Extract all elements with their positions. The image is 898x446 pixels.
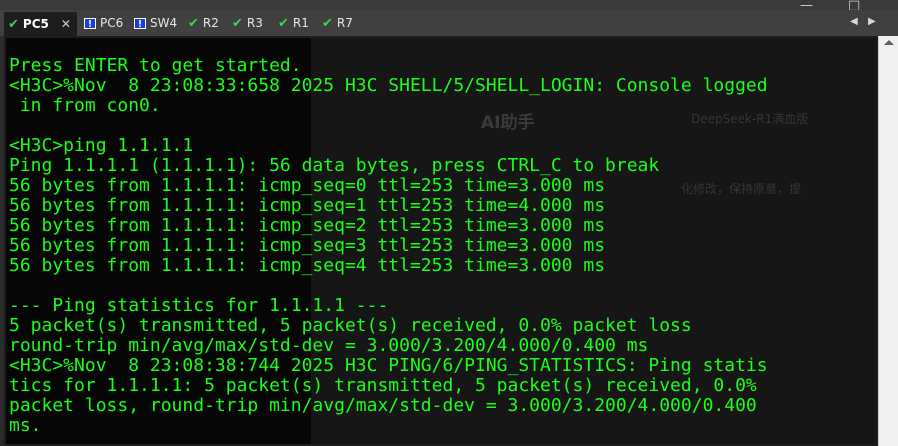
tab-label: R7 bbox=[336, 16, 353, 30]
terminal-line: 5 packet(s) transmitted, 5 packet(s) rec… bbox=[9, 315, 692, 336]
terminal-line: <H3C>ping 1.1.1.1 bbox=[9, 135, 194, 156]
terminal-line: 56 bytes from 1.1.1.1: icmp_seq=4 ttl=25… bbox=[9, 255, 606, 276]
terminal-line: ms. bbox=[9, 415, 42, 436]
check-icon: ✔ bbox=[8, 16, 19, 32]
tab-label: PC6 bbox=[100, 16, 124, 30]
terminal-line: in from con0. bbox=[9, 95, 161, 116]
check-icon: ✔ bbox=[322, 15, 333, 31]
terminal-line: <H3C>%Nov 8 23:08:33:658 2025 H3C SHELL/… bbox=[9, 75, 768, 96]
terminal-line: packet loss, round-trip min/avg/max/std-… bbox=[9, 395, 757, 416]
terminal-line: round-trip min/avg/max/std-dev = 3.000/3… bbox=[9, 335, 649, 356]
terminal-output: Press ENTER to get started. <H3C>%Nov 8 2… bbox=[9, 56, 768, 436]
terminal-line: --- Ping statistics for 1.1.1.1 --- bbox=[9, 295, 389, 316]
tab-pc6[interactable]: PC6 bbox=[84, 12, 123, 34]
tab-r2[interactable]: ✔ R2 bbox=[188, 12, 219, 34]
vertical-scrollbar[interactable] bbox=[878, 36, 898, 446]
terminal-line: Ping 1.1.1.1 (1.1.1.1): 56 data bytes, p… bbox=[9, 155, 660, 176]
terminal-line: tics for 1.1.1.1: 5 packet(s) transmitte… bbox=[9, 375, 757, 396]
tab-label: R3 bbox=[246, 16, 263, 30]
device-tab-bar: ✔ PC5 ✕ PC6 SW4 ✔ R2 ✔ R3 ✔ R1 ✔ R7 ◀ ▶ bbox=[0, 10, 898, 36]
terminal-line: 56 bytes from 1.1.1.1: icmp_seq=1 ttl=25… bbox=[9, 195, 606, 216]
tab-label: R2 bbox=[202, 16, 219, 30]
terminal-line: 56 bytes from 1.1.1.1: icmp_seq=3 ttl=25… bbox=[9, 235, 606, 256]
terminal-line: 56 bytes from 1.1.1.1: icmp_seq=2 ttl=25… bbox=[9, 215, 606, 236]
scroll-right-icon[interactable]: ▶ bbox=[868, 16, 876, 27]
terminal-line: 56 bytes from 1.1.1.1: icmp_seq=0 ttl=25… bbox=[9, 175, 606, 196]
scroll-up-icon[interactable] bbox=[884, 40, 894, 45]
scroll-left-icon[interactable]: ◀ bbox=[850, 16, 858, 27]
warning-icon bbox=[134, 17, 146, 29]
close-icon[interactable]: ✕ bbox=[61, 17, 71, 31]
check-icon: ✔ bbox=[188, 15, 199, 31]
tab-label: SW4 bbox=[150, 16, 178, 30]
tab-r7[interactable]: ✔ R7 bbox=[322, 12, 353, 34]
terminal-line: Press ENTER to get started. bbox=[9, 55, 302, 76]
tab-sw4[interactable]: SW4 bbox=[134, 12, 177, 34]
tab-r1[interactable]: ✔ R1 bbox=[278, 12, 309, 34]
check-icon: ✔ bbox=[278, 15, 289, 31]
terminal-line: <H3C>%Nov 8 23:08:38:744 2025 H3C PING/6… bbox=[9, 355, 768, 376]
tab-r3[interactable]: ✔ R3 bbox=[232, 12, 263, 34]
check-icon: ✔ bbox=[232, 15, 243, 31]
console-terminal[interactable]: AI助手 DeepSeek-R1满血版 化修改，保持原意，提 Press ENT… bbox=[4, 36, 878, 446]
tab-label: PC5 bbox=[22, 17, 49, 31]
tab-pc5[interactable]: ✔ PC5 ✕ bbox=[4, 12, 77, 36]
warning-icon bbox=[84, 17, 96, 29]
tab-label: R1 bbox=[292, 16, 309, 30]
